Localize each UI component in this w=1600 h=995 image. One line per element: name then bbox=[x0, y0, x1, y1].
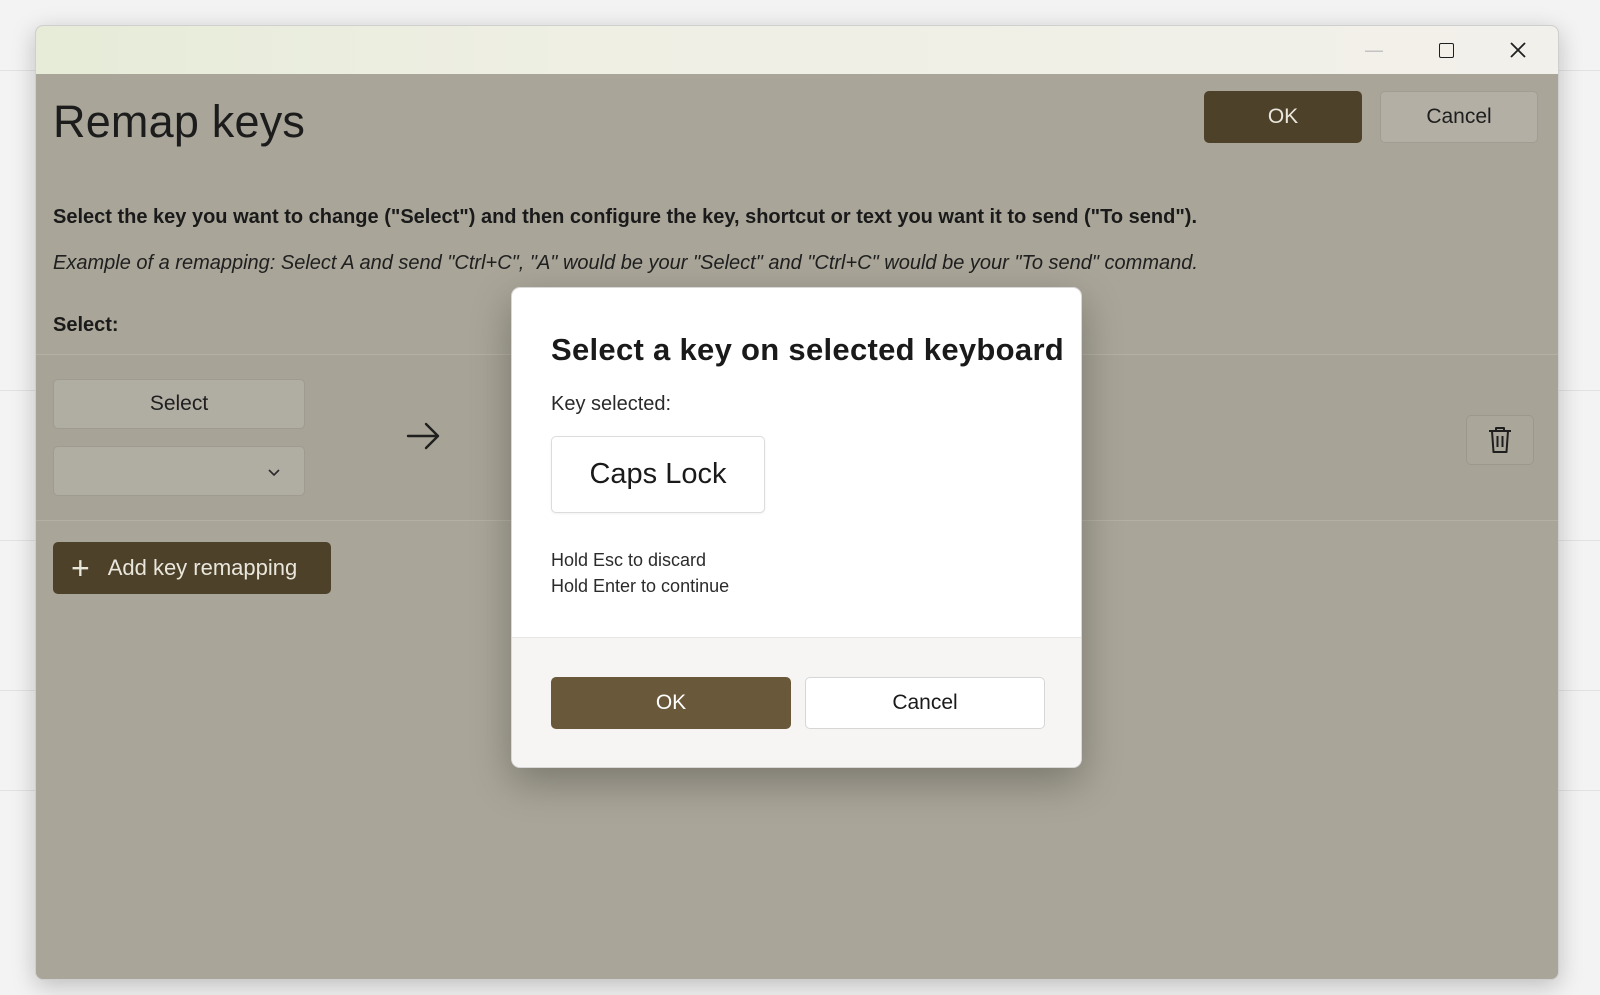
close-button[interactable] bbox=[1482, 26, 1554, 74]
key-selected-label: Key selected: bbox=[551, 393, 672, 415]
select-column-heading: Select: bbox=[53, 314, 119, 336]
plus-icon: + bbox=[71, 550, 90, 586]
dialog-footer: OK Cancel bbox=[512, 637, 1081, 767]
close-icon bbox=[1510, 42, 1526, 58]
trash-icon bbox=[1489, 427, 1511, 453]
key-combobox[interactable] bbox=[53, 446, 305, 496]
minimize-icon: — bbox=[1364, 38, 1384, 62]
dialog-cancel-button[interactable]: Cancel bbox=[805, 677, 1045, 729]
dialog-title: Select a key on selected keyboard bbox=[551, 332, 1065, 367]
ok-button[interactable]: OK bbox=[1204, 91, 1362, 143]
delete-remapping-button[interactable] bbox=[1466, 415, 1534, 465]
selected-key-display: Caps Lock bbox=[551, 436, 765, 513]
instructions-text: Select the key you want to change ("Sele… bbox=[53, 206, 1198, 228]
select-key-button[interactable]: Select bbox=[53, 379, 305, 429]
chevron-down-icon bbox=[268, 469, 280, 477]
hint-discard: Hold Esc to discard bbox=[551, 550, 707, 570]
page-title: Remap keys bbox=[53, 96, 306, 147]
maximize-button[interactable] bbox=[1410, 26, 1482, 74]
maximize-icon bbox=[1438, 42, 1454, 58]
hint-continue: Hold Enter to continue bbox=[551, 576, 730, 596]
title-bar[interactable]: — bbox=[36, 26, 1558, 74]
add-key-remapping-label: Add key remapping bbox=[107, 555, 298, 580]
arrow-right-icon bbox=[406, 422, 440, 450]
cancel-button[interactable]: Cancel bbox=[1380, 91, 1538, 143]
dialog-ok-button[interactable]: OK bbox=[551, 677, 791, 729]
example-text: Example of a remapping: Select A and sen… bbox=[53, 252, 1198, 274]
minimize-button[interactable]: — bbox=[1338, 26, 1410, 74]
add-key-remapping-button[interactable]: + Add key remapping bbox=[53, 542, 331, 594]
select-key-dialog: Select a key on selected keyboard Key se… bbox=[511, 287, 1082, 768]
